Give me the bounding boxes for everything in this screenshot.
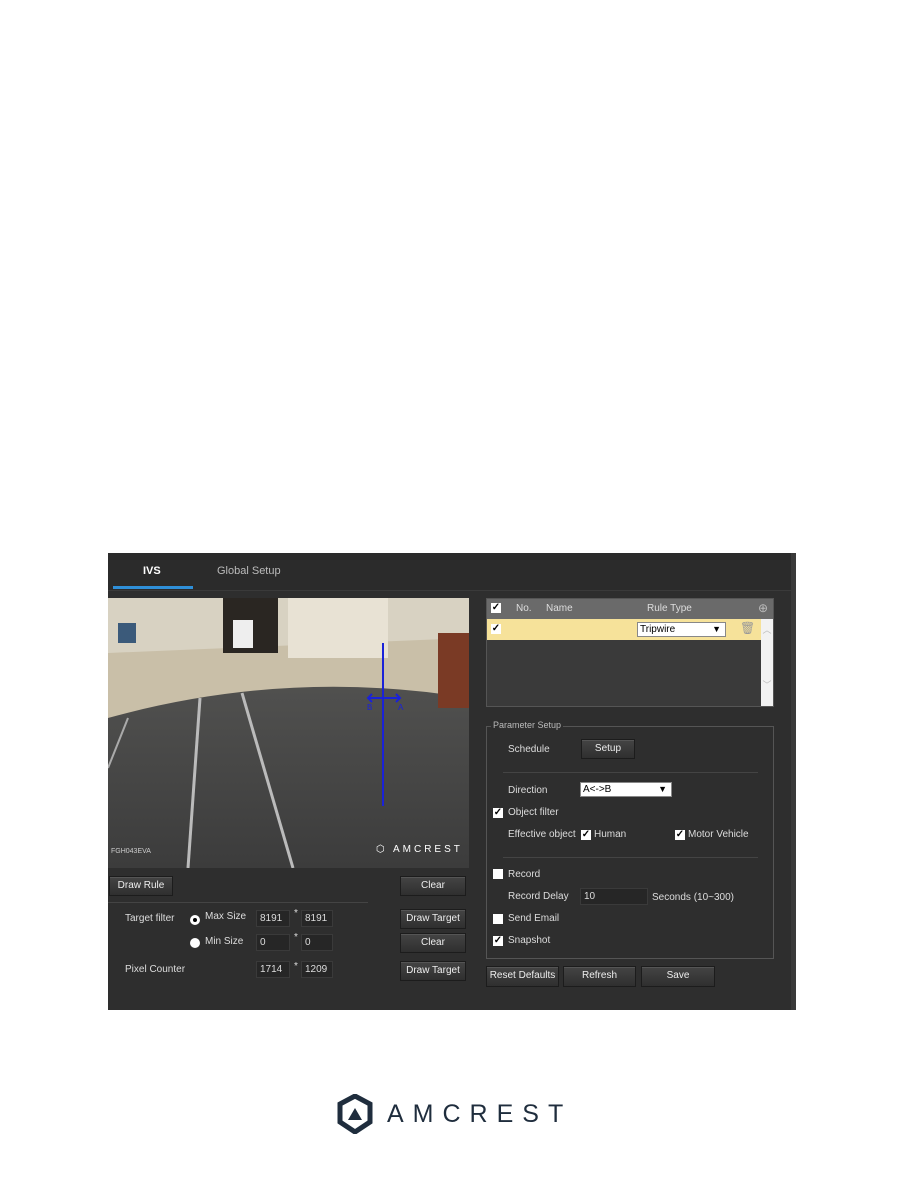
- tab-global-setup[interactable]: Global Setup: [217, 565, 281, 577]
- clear-target-button[interactable]: Clear: [400, 933, 466, 953]
- header-no: No.: [516, 603, 532, 614]
- active-tab-indicator: [113, 586, 193, 589]
- ivs-settings-panel: IVS Global Setup B A FGH043EVA ⬡ AMCREST…: [108, 553, 796, 1010]
- brand-logo-text: AMCREST: [392, 844, 463, 855]
- send-email-label: Send Email: [508, 913, 560, 924]
- pixel-height-input[interactable]: 1209: [301, 961, 333, 978]
- amcrest-footer-logo: AMCREST: [337, 1094, 572, 1134]
- refresh-button[interactable]: Refresh: [563, 966, 636, 987]
- parameter-setup-legend: Parameter Setup: [491, 720, 564, 730]
- tab-bar: IVS Global Setup: [108, 553, 796, 591]
- amcrest-logo-text: AMCREST: [387, 1099, 573, 1128]
- rule-label-b: B: [367, 703, 373, 712]
- min-width-input[interactable]: 0: [256, 934, 290, 951]
- table-row[interactable]: ✓ Tripwire ▼ 🗑: [487, 619, 761, 640]
- divider: [503, 857, 758, 858]
- video-preview[interactable]: B A FGH043EVA ⬡ AMCREST: [108, 598, 469, 868]
- record-delay-label: Record Delay: [508, 891, 569, 902]
- effective-object-label: Effective object: [508, 829, 576, 840]
- human-checkbox[interactable]: ✓: [581, 830, 591, 840]
- draw-target-button[interactable]: Draw Target: [400, 909, 466, 929]
- parameter-setup-group: [486, 726, 774, 959]
- chevron-down-icon: ▼: [712, 624, 721, 634]
- reset-defaults-button[interactable]: Reset Defaults: [486, 966, 559, 987]
- times-sign: *: [294, 932, 298, 943]
- rule-type-select[interactable]: Tripwire ▼: [637, 622, 726, 637]
- record-delay-hint: Seconds (10~300): [652, 892, 735, 903]
- rule-type-value: Tripwire: [640, 624, 676, 635]
- table-scrollbar[interactable]: ︿ ﹀: [761, 619, 773, 706]
- schedule-setup-button[interactable]: Setup: [581, 739, 635, 759]
- snapshot-label: Snapshot: [508, 935, 551, 946]
- rules-table-header: ✓ No. Name Rule Type ⊕: [487, 599, 773, 619]
- amcrest-logo-icon: [337, 1094, 373, 1134]
- chevron-down-icon[interactable]: ﹀: [761, 678, 773, 691]
- times-sign: *: [294, 961, 298, 972]
- panel-edge: [791, 553, 796, 1010]
- max-height-input[interactable]: 8191: [301, 910, 333, 927]
- min-height-input[interactable]: 0: [301, 934, 333, 951]
- send-email-checkbox[interactable]: [493, 914, 503, 924]
- max-size-label: Max Size: [205, 911, 247, 922]
- target-filter-label: Target filter: [125, 913, 175, 924]
- camera-overlay-text: FGH043EVA: [111, 848, 151, 855]
- direction-value: A<->B: [583, 784, 612, 795]
- object-filter-label: Object filter: [508, 807, 559, 818]
- record-checkbox[interactable]: [493, 869, 503, 879]
- min-size-radio[interactable]: [190, 938, 200, 948]
- divider: [108, 902, 368, 903]
- direction-select[interactable]: A<->B ▼: [580, 782, 672, 797]
- human-label: Human: [594, 829, 627, 840]
- times-sign: *: [294, 908, 298, 919]
- add-rule-icon[interactable]: ⊕: [758, 601, 768, 615]
- record-delay-input[interactable]: 10: [580, 888, 648, 905]
- divider: [503, 772, 758, 773]
- draw-pixel-target-button[interactable]: Draw Target: [400, 961, 466, 981]
- tab-ivs[interactable]: IVS: [143, 565, 161, 577]
- rule-label-a: A: [398, 703, 404, 712]
- object-filter-checkbox[interactable]: ✓: [493, 808, 503, 818]
- header-rule-type: Rule Type: [647, 603, 692, 614]
- draw-rule-button[interactable]: Draw Rule: [109, 876, 173, 896]
- pixel-width-input[interactable]: 1714: [256, 961, 290, 978]
- save-button[interactable]: Save: [641, 966, 715, 987]
- chevron-down-icon: ▼: [658, 784, 667, 794]
- schedule-label: Schedule: [508, 744, 550, 755]
- direction-label: Direction: [508, 785, 548, 796]
- camera-brand-logo: ⬡ AMCREST: [376, 844, 463, 855]
- max-size-radio[interactable]: [190, 915, 200, 925]
- pixel-counter-label: Pixel Counter: [125, 964, 186, 975]
- motor-vehicle-checkbox[interactable]: ✓: [675, 830, 685, 840]
- record-label: Record: [508, 869, 541, 880]
- motor-vehicle-label: Motor Vehicle: [688, 829, 749, 840]
- clear-rule-button[interactable]: Clear: [400, 876, 466, 896]
- select-all-checkbox[interactable]: ✓: [491, 603, 501, 613]
- row-checkbox[interactable]: ✓: [491, 624, 501, 634]
- snapshot-checkbox[interactable]: ✓: [493, 936, 503, 946]
- max-width-input[interactable]: 8191: [256, 910, 290, 927]
- header-name: Name: [546, 603, 573, 614]
- min-size-label: Min Size: [205, 936, 244, 947]
- trash-icon[interactable]: 🗑: [740, 621, 755, 635]
- rules-table: ✓ No. Name Rule Type ⊕ ✓ Tripwire ▼ 🗑 ︿ ﹀: [486, 598, 774, 707]
- chevron-up-icon[interactable]: ︿: [761, 623, 773, 636]
